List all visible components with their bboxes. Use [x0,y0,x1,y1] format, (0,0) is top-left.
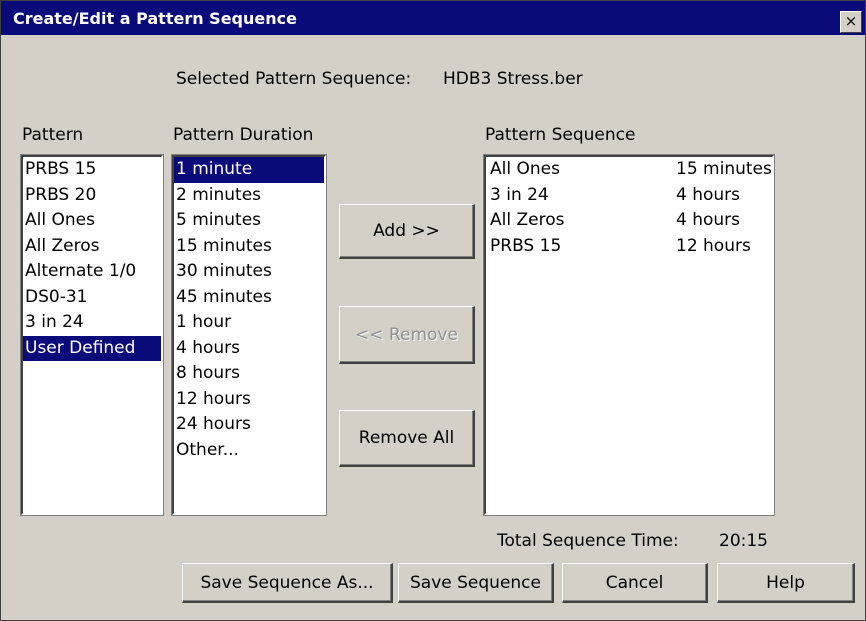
sequence-pattern: All Zeros [490,210,565,230]
sequence-pattern: All Ones [490,159,560,179]
pattern-list-item[interactable]: All Ones [23,208,161,234]
sequence-pattern: 3 in 24 [490,184,549,205]
pattern-list-item[interactable]: PRBS 15 [23,157,161,183]
duration-list-item[interactable]: 1 minute [174,157,324,183]
duration-list-item[interactable]: 1 hour [174,310,324,336]
close-icon: × [844,12,858,30]
add-button[interactable]: Add >> [339,204,475,259]
pattern-list-item[interactable]: All Zeros [23,234,161,260]
duration-list-item[interactable]: 12 hours [174,387,324,413]
remove-button[interactable]: << Remove [339,306,475,364]
dialog-window: Create/Edit a Pattern Sequence × Selecte… [0,0,866,621]
pattern-sequence-listbox[interactable]: All Ones 15 minutes 3 in 24 4 hours All Zero… [484,155,774,515]
pattern-list-item[interactable]: User Defined [23,335,161,361]
duration-list-item[interactable]: 2 minutes [174,183,324,209]
save-sequence-as-button[interactable]: Save Sequence As... [182,563,393,603]
pattern-listbox[interactable]: PRBS 15 PRBS 20 All Ones All Zeros Alternate… [21,155,163,515]
sequence-duration: 4 hours [676,210,741,230]
pattern-list-item[interactable]: Alternate 1/0 [23,259,161,285]
total-sequence-time-value: 20:15 [719,531,768,551]
duration-list-item[interactable]: 8 hours [174,361,324,387]
sequence-row[interactable]: 3 in 24 4 hours [486,183,772,209]
selected-sequence-label: Selected Pattern Sequence: [176,69,412,89]
pattern-list-item[interactable]: DS0-31 [23,285,161,311]
duration-list-item[interactable]: 30 minutes [174,259,324,285]
title-bar[interactable]: Create/Edit a Pattern Sequence × [1,1,865,35]
sequence-duration: 15 minutes [676,159,772,179]
sequence-row[interactable]: All Zeros 4 hours [486,208,772,234]
total-sequence-time-label: Total Sequence Time: [497,531,679,551]
duration-list-item[interactable]: 24 hours [174,412,324,438]
close-button[interactable]: × [840,11,862,33]
help-button[interactable]: Help [717,563,855,603]
pattern-list-item[interactable]: PRBS 20 [23,183,161,209]
selected-sequence-value: HDB3 Stress.ber [443,69,583,89]
sequence-row[interactable]: All Ones 15 minutes [486,157,772,183]
duration-list-item[interactable]: 15 minutes [174,234,324,260]
sequence-row[interactable]: PRBS 15 12 hours [486,234,772,260]
cancel-button[interactable]: Cancel [562,563,708,603]
pattern-list-item[interactable]: 3 in 24 [23,310,161,336]
duration-list-item[interactable]: 4 hours [174,336,324,362]
duration-list-item[interactable]: 5 minutes [174,208,324,234]
pattern-duration-listbox[interactable]: 1 minute 2 minutes 5 minutes 15 minutes 30 m… [172,155,326,515]
remove-all-button[interactable]: Remove All [339,410,475,467]
sequence-duration: 12 hours [676,235,751,256]
save-sequence-button[interactable]: Save Sequence [398,563,554,603]
sequence-duration: 4 hours [676,184,741,205]
window-title: Create/Edit a Pattern Sequence [13,9,297,28]
pattern-duration-header: Pattern Duration [173,125,314,145]
duration-list-item[interactable]: 45 minutes [174,285,324,311]
sequence-pattern: PRBS 15 [490,235,562,256]
duration-list-item[interactable]: Other... [174,438,324,464]
pattern-header: Pattern [22,125,84,145]
pattern-sequence-header: Pattern Sequence [485,125,636,145]
